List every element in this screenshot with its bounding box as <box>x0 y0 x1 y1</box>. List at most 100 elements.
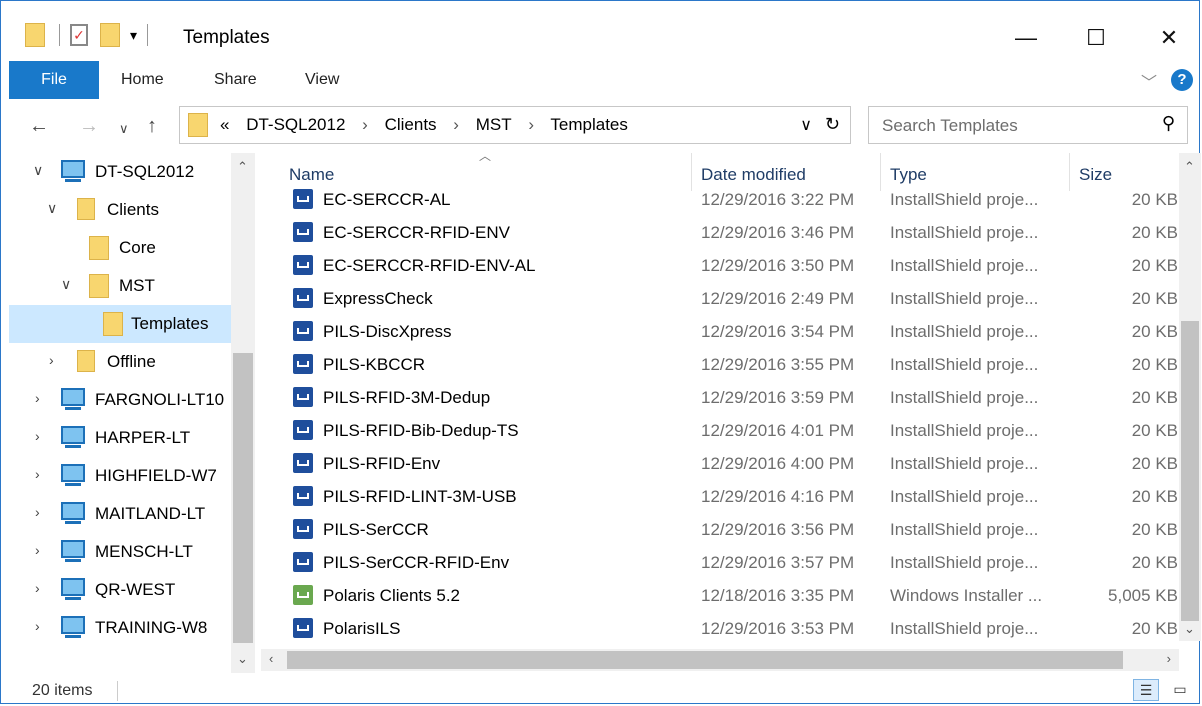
title-bar: ✓ ▾ Templates — ☐ ✕ <box>1 1 1199 59</box>
file-date: 12/29/2016 3:59 PM <box>701 388 855 407</box>
tree-scrollbar[interactable]: ⌃ ⌄ <box>231 153 255 673</box>
file-row[interactable]: ExpressCheck 12/29/2016 2:49 PM InstallS… <box>261 282 1178 315</box>
details-view-icon[interactable]: ☰ <box>1133 679 1159 701</box>
file-list-vertical-scrollbar[interactable]: ⌃ ⌄ <box>1179 153 1201 641</box>
breadcrumb-item[interactable]: DT-SQL2012 <box>246 115 345 134</box>
refresh-icon[interactable]: ↻ <box>825 114 840 135</box>
file-row[interactable]: EC-SERCCR-AL 12/29/2016 3:22 PM InstallS… <box>261 185 1178 216</box>
file-row[interactable]: PILS-KBCCR 12/29/2016 3:55 PM InstallShi… <box>261 348 1178 381</box>
tree-item-label: MAITLAND-LT <box>95 504 206 523</box>
expand-chevron-icon[interactable]: › <box>35 504 40 520</box>
forward-icon[interactable]: → <box>79 115 99 138</box>
collapse-chevron-icon[interactable]: ∨ <box>33 162 43 179</box>
tree-item-mensch-lt[interactable]: › MENSCH-LT <box>9 533 231 571</box>
column-sort-arrow-icon: ︿ <box>479 149 492 163</box>
expand-chevron-icon[interactable]: › <box>35 428 40 444</box>
scroll-right-icon[interactable]: › <box>1167 651 1171 666</box>
address-dropdown-icon[interactable]: ∨ <box>800 115 812 135</box>
tab-share[interactable]: Share <box>214 61 257 99</box>
file-row[interactable]: PILS-RFID-Env 12/29/2016 4:00 PM Install… <box>261 447 1178 480</box>
back-icon[interactable]: ← <box>29 115 49 138</box>
file-row[interactable]: PILS-SerCCR-RFID-Env 12/29/2016 3:57 PM … <box>261 546 1178 579</box>
file-row[interactable]: EC-SERCCR-RFID-ENV-AL 12/29/2016 3:50 PM… <box>261 249 1178 282</box>
file-row[interactable]: PILS-RFID-LINT-3M-USB 12/29/2016 4:16 PM… <box>261 480 1178 513</box>
file-size: 20 KB <box>1131 520 1178 539</box>
file-row[interactable]: PolarisILS 12/29/2016 3:53 PM InstallShi… <box>261 612 1178 645</box>
properties-icon[interactable]: ✓ <box>70 24 88 46</box>
recent-locations-icon[interactable]: ∨ <box>119 121 129 137</box>
expand-chevron-icon[interactable]: › <box>49 352 54 368</box>
close-button[interactable]: ✕ <box>1139 17 1199 59</box>
tree-item-qr-west[interactable]: › QR-WEST <box>9 571 231 609</box>
expand-chevron-icon[interactable]: › <box>35 542 40 558</box>
tree-item-fargnoli-lt10[interactable]: › FARGNOLI-LT10 <box>9 381 231 419</box>
file-size: 20 KB <box>1131 421 1178 440</box>
file-row[interactable]: Polaris Clients 5.2 12/18/2016 3:35 PM W… <box>261 579 1178 612</box>
breadcrumb-overflow[interactable]: « <box>220 115 229 134</box>
tree-item-highfield-w7[interactable]: › HIGHFIELD-W7 <box>9 457 231 495</box>
breadcrumb-separator-icon[interactable]: › <box>362 115 368 134</box>
scroll-down-icon[interactable]: ⌄ <box>1184 621 1195 637</box>
file-type: Windows Installer ... <box>890 586 1043 605</box>
new-folder-icon[interactable] <box>100 23 120 47</box>
tab-file[interactable]: File <box>9 61 99 99</box>
search-input[interactable]: Search Templates <box>882 116 1018 136</box>
maximize-button[interactable]: ☐ <box>1066 17 1126 59</box>
breadcrumb-separator-icon[interactable]: › <box>453 115 459 134</box>
tree-item-templates[interactable]: Templates <box>9 305 231 343</box>
up-icon[interactable]: ↑ <box>147 115 157 138</box>
file-row[interactable]: PILS-RFID-3M-Dedup 12/29/2016 3:59 PM In… <box>261 381 1178 414</box>
customize-toolbar-icon[interactable]: ▾ <box>130 27 137 44</box>
file-list-horizontal-scrollbar[interactable]: ‹ › <box>261 649 1179 671</box>
expand-chevron-icon[interactable]: › <box>35 390 40 406</box>
vertical-scrollbar-thumb[interactable] <box>1181 321 1199 621</box>
expand-chevron-icon[interactable]: › <box>35 618 40 634</box>
installshield-project-icon <box>293 354 313 374</box>
file-row[interactable]: PILS-SerCCR 12/29/2016 3:56 PM InstallSh… <box>261 513 1178 546</box>
installshield-project-icon <box>293 222 313 242</box>
tree-item-offline[interactable]: › Offline <box>9 343 231 381</box>
collapse-chevron-icon[interactable]: ∨ <box>47 200 57 217</box>
minimize-button[interactable]: — <box>996 17 1056 59</box>
scroll-up-icon[interactable]: ⌃ <box>237 159 248 175</box>
tree-item-core[interactable]: Core <box>9 229 231 267</box>
file-row[interactable]: EC-SERCCR-RFID-ENV 12/29/2016 3:46 PM In… <box>261 216 1178 249</box>
breadcrumb-item[interactable]: Clients <box>385 115 437 134</box>
expand-chevron-icon[interactable]: › <box>35 580 40 596</box>
tree-item-clients[interactable]: ∨ Clients <box>9 191 231 229</box>
file-type: InstallShield proje... <box>890 322 1039 341</box>
scroll-up-icon[interactable]: ⌃ <box>1184 159 1195 175</box>
tree-item-maitland-lt[interactable]: › MAITLAND-LT <box>9 495 231 533</box>
search-icon[interactable]: ⚲ <box>1162 113 1175 134</box>
tree-item-harper-lt[interactable]: › HARPER-LT <box>9 419 231 457</box>
file-list: EC-SERCCR-AL 12/29/2016 3:22 PM InstallS… <box>261 185 1178 645</box>
file-row[interactable]: PILS-DiscXpress 12/29/2016 3:54 PM Insta… <box>261 315 1178 348</box>
file-date: 12/18/2016 3:35 PM <box>701 586 855 605</box>
scroll-left-icon[interactable]: ‹ <box>269 651 273 666</box>
tab-home[interactable]: Home <box>121 61 164 99</box>
tab-view[interactable]: View <box>305 61 339 99</box>
large-icons-view-icon[interactable]: ▭ <box>1167 679 1193 701</box>
tree-item-dt-sql2012[interactable]: ∨ DT-SQL2012 <box>9 153 231 191</box>
tree-item-mst[interactable]: ∨ MST <box>9 267 231 305</box>
breadcrumb-item[interactable]: Templates <box>550 115 627 134</box>
breadcrumb-item[interactable]: MST <box>476 115 512 134</box>
expand-ribbon-icon[interactable]: ﹀ <box>1141 69 1157 93</box>
tree-item-training-w8[interactable]: › TRAINING-W8 <box>9 609 231 647</box>
folder-icon <box>89 236 109 265</box>
separator <box>147 24 149 46</box>
tree-scrollbar-thumb[interactable] <box>233 353 253 643</box>
help-icon[interactable]: ? <box>1171 69 1193 91</box>
search-box[interactable]: Search Templates ⚲ <box>868 106 1188 144</box>
folder-icon <box>25 23 45 47</box>
scroll-down-icon[interactable]: ⌄ <box>237 651 248 667</box>
address-bar[interactable]: « DT-SQL2012 › Clients › MST › Templates… <box>179 106 851 144</box>
tree-item-label: Offline <box>107 352 156 371</box>
file-type: InstallShield proje... <box>890 520 1039 539</box>
breadcrumb-separator-icon[interactable]: › <box>528 115 534 134</box>
horizontal-scrollbar-thumb[interactable] <box>287 651 1123 669</box>
file-name: EC-SERCCR-RFID-ENV <box>323 223 510 242</box>
expand-chevron-icon[interactable]: › <box>35 466 40 482</box>
collapse-chevron-icon[interactable]: ∨ <box>61 276 71 293</box>
file-row[interactable]: PILS-RFID-Bib-Dedup-TS 12/29/2016 4:01 P… <box>261 414 1178 447</box>
